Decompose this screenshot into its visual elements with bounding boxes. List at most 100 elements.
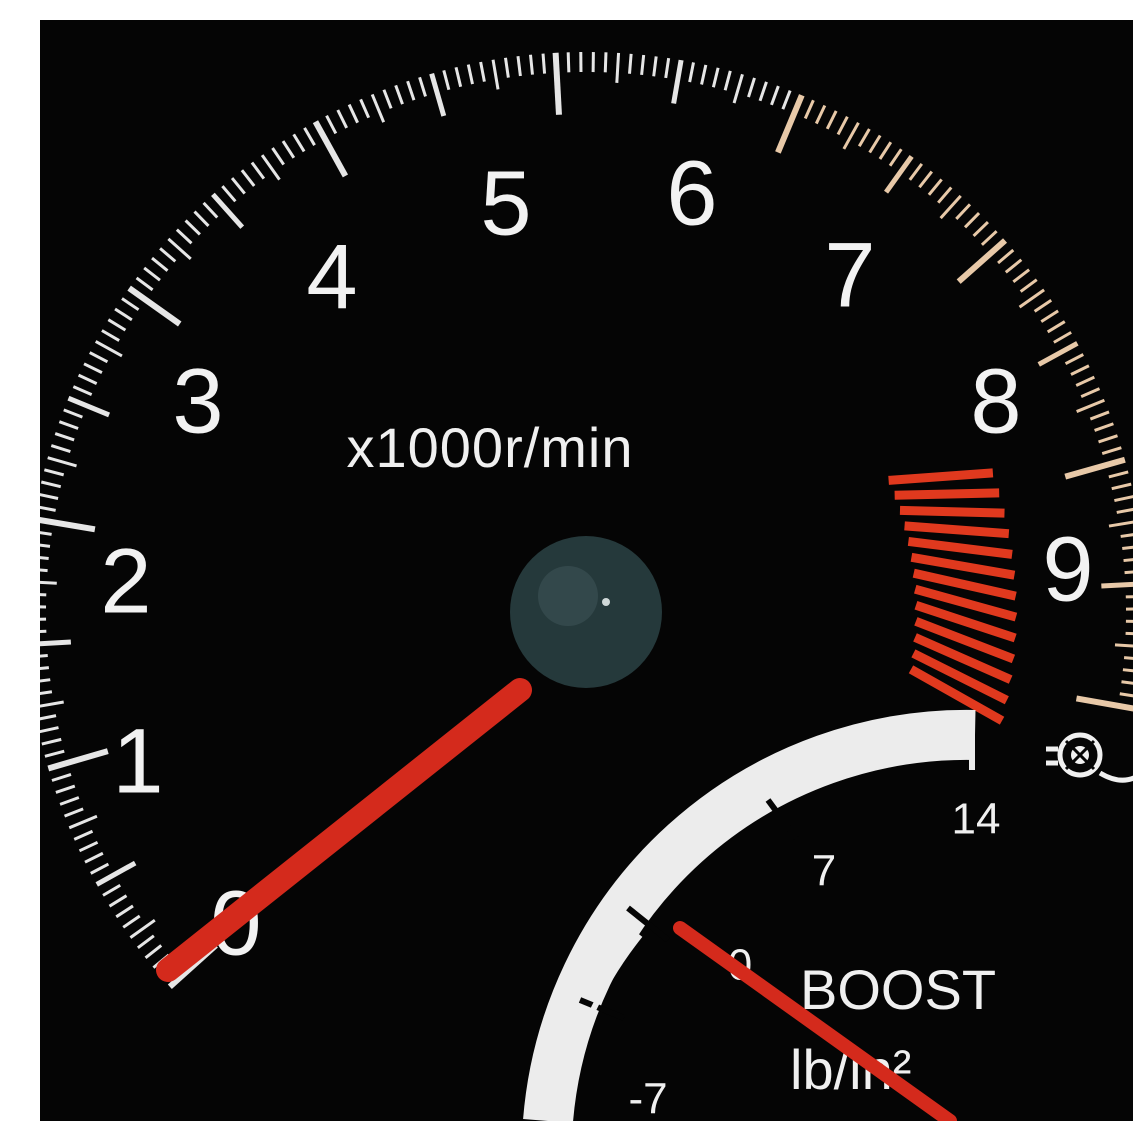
tach-tick — [83, 362, 103, 374]
tach-tick — [1018, 288, 1045, 309]
tach-tick — [370, 93, 386, 123]
tach-tick — [202, 201, 219, 219]
tach-tick — [628, 53, 633, 74]
tach-tick — [143, 266, 161, 282]
tach-tick — [918, 170, 933, 189]
tach-number-5: 5 — [480, 152, 531, 254]
tach-tick — [1125, 631, 1133, 636]
tach-tick — [77, 373, 98, 385]
tach-tick — [671, 59, 684, 104]
boost-number-neg7: -7 — [628, 1075, 667, 1121]
tach-tick — [63, 408, 83, 419]
redline-stripe — [899, 505, 1005, 518]
tach-tick — [101, 329, 120, 342]
tach-tick — [40, 690, 53, 696]
tach-tick — [1114, 495, 1133, 503]
tach-tick — [878, 141, 893, 160]
tach-tick — [347, 103, 359, 124]
tach-tick — [40, 714, 57, 721]
tach-tick — [303, 127, 316, 146]
redline-stripe — [904, 521, 1010, 539]
tach-tick — [84, 851, 104, 864]
tach-tick — [732, 73, 744, 104]
tach-tick — [652, 56, 658, 77]
tach-tick — [144, 944, 163, 959]
tach-tick — [1122, 545, 1133, 550]
tach-tick — [1094, 422, 1114, 432]
tach-tick — [963, 212, 981, 229]
tach-tick — [1122, 668, 1133, 673]
tach-tick — [603, 52, 608, 73]
gauge-face: 0 1 2 3 4 5 6 7 8 9 x1000r/min 14 7 0 — [40, 20, 1133, 1121]
tach-tick — [40, 556, 49, 560]
tach-tick — [908, 162, 924, 181]
tach-tick — [1121, 680, 1133, 685]
tach-tick — [418, 76, 427, 97]
tach-tick — [63, 807, 84, 818]
tach-tick — [325, 115, 338, 135]
needle-cap-dot — [602, 598, 610, 606]
tach-tick — [90, 862, 110, 875]
tach-tick — [73, 829, 94, 841]
tach-tick — [40, 568, 48, 573]
tach-tick — [40, 480, 62, 489]
tach-tick — [1123, 656, 1133, 660]
redline-stripe — [888, 468, 994, 485]
tach-tick — [803, 99, 815, 120]
tach-tick — [40, 654, 48, 658]
tach-tick — [336, 109, 348, 129]
tachometer-ticks — [40, 52, 1133, 989]
tach-tick — [479, 61, 486, 82]
tach-tick — [159, 247, 177, 263]
tach-tick — [1040, 309, 1059, 323]
tach-tick — [135, 276, 154, 292]
tach-tick — [1076, 398, 1105, 413]
tach-tick — [193, 210, 210, 227]
tach-tick — [1098, 434, 1118, 444]
tach-tick — [271, 147, 285, 166]
tach-tick — [1114, 643, 1133, 648]
tach-tick — [980, 230, 998, 246]
tach-tick — [700, 64, 708, 85]
tach-tick — [664, 57, 671, 79]
tach-tick — [1123, 558, 1133, 563]
tach-tick — [1101, 581, 1133, 589]
tach-number-7: 7 — [824, 224, 875, 326]
tach-tick — [43, 468, 65, 477]
tach-tick — [541, 53, 547, 74]
tach-tick — [1120, 533, 1133, 538]
tach-tick — [454, 66, 463, 88]
tach-tick — [40, 493, 59, 500]
tach-tick — [1125, 595, 1133, 599]
tach-tick — [1004, 258, 1023, 274]
tach-tick — [711, 67, 720, 88]
boost-gauge: 14 7 0 -7 BOOST lb/in² — [523, 709, 1001, 1121]
tach-tick — [129, 918, 156, 939]
tach-tick — [114, 307, 133, 322]
tach-tick — [1080, 387, 1101, 398]
tach-tick — [40, 700, 64, 708]
tach-tick — [927, 178, 943, 196]
tach-tick — [55, 784, 76, 794]
tach-tick — [40, 580, 57, 585]
tach-tick — [40, 505, 56, 512]
tach-tick — [1075, 375, 1095, 387]
boost-number-14: 14 — [952, 795, 1001, 844]
tach-tick — [44, 749, 65, 758]
gauge-svg: 0 1 2 3 4 5 6 7 8 9 x1000r/min 14 7 0 — [40, 52, 1133, 1121]
tach-tick — [842, 122, 860, 150]
tach-tick — [857, 128, 871, 148]
tach-tick — [516, 55, 522, 77]
tach-tick — [151, 256, 169, 272]
tach-tick — [78, 840, 99, 853]
tach-tick — [566, 52, 571, 73]
tach-tick — [40, 543, 51, 548]
tach-tick — [359, 98, 371, 119]
tach-tick — [406, 80, 416, 101]
tach-tick — [260, 154, 281, 181]
tach-tick — [175, 228, 193, 245]
tach-tick — [40, 629, 47, 633]
tach-tick — [868, 134, 882, 154]
tach-number-6: 6 — [666, 142, 717, 244]
tach-tick — [1108, 520, 1133, 528]
